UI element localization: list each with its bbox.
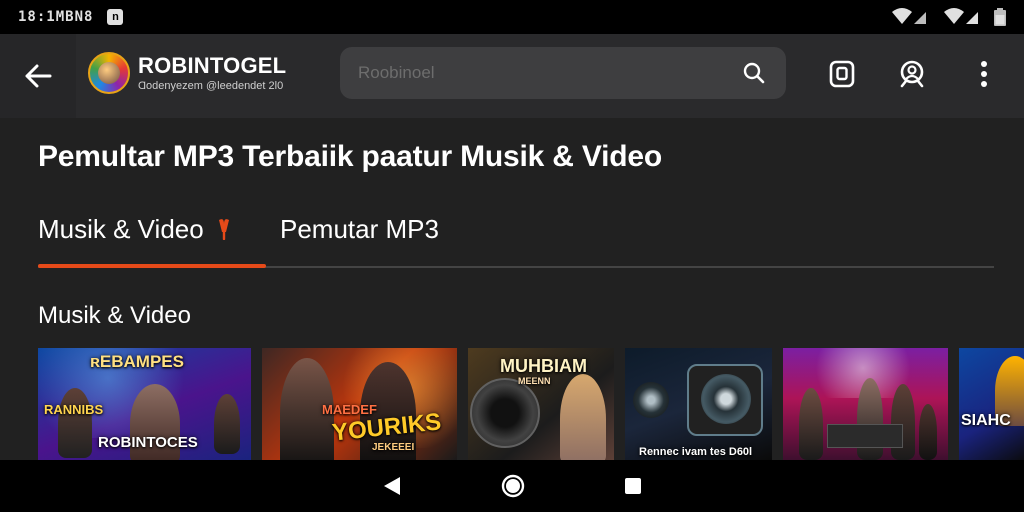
system-nav-bar [0, 460, 1024, 512]
tab-active-indicator [38, 264, 266, 268]
card-mid-label: MEENN [518, 376, 551, 386]
user-search-icon[interactable] [894, 56, 930, 92]
wifi-icon [890, 8, 930, 26]
app-bar: ROBINTOGEL Ɑodenyezem @leedendet 2l0 [0, 34, 1024, 118]
home-circle-icon[interactable] [501, 474, 525, 498]
section-title: Musik & Video [38, 302, 191, 329]
video-card[interactable] [783, 348, 948, 460]
tab-label: Pemutar MP3 [280, 214, 439, 244]
back-triangle-icon[interactable] [380, 474, 404, 498]
brand[interactable]: ROBINTOGEL Ɑodenyezem @leedendet 2l0 [88, 52, 286, 94]
brand-title: ROBINTOGEL [138, 53, 287, 78]
card-top-label: ʀEBAMPES [90, 352, 184, 371]
app-bar-left [0, 34, 76, 118]
page-title: Pemultar MP3 Terbaiik paatur Musik & Vid… [38, 140, 663, 173]
more-vert-icon[interactable] [966, 56, 1002, 92]
tab-label: Musik & Video [38, 214, 204, 244]
tab-pemutar-mp3[interactable]: Pemutar MP3 [280, 210, 439, 268]
card-bottom-label: ROBINTOCES [98, 434, 198, 451]
brand-logo [88, 52, 130, 94]
signal-icon [942, 8, 982, 26]
video-card[interactable]: SIAHC [959, 348, 1024, 460]
n-badge-icon: n [107, 9, 124, 25]
card-bottom-label: SIAHC [961, 412, 1011, 429]
recents-square-icon[interactable] [621, 474, 645, 498]
search-icon[interactable] [740, 59, 768, 87]
microphone-icon [214, 218, 234, 240]
video-card[interactable]: ʀEBAMPES RANNIBS ROBINTOCES [38, 348, 251, 460]
video-card-row: ʀEBAMPES RANNIBS ROBINTOCES MAEDEF YOURI… [38, 348, 1024, 460]
status-icons [890, 8, 1006, 26]
search-input[interactable] [358, 63, 740, 83]
card-top-label: MUHBIAM [500, 356, 587, 376]
video-card[interactable]: MUHBIAM MEENN [468, 348, 614, 460]
screenshot-icon[interactable] [824, 56, 860, 92]
battery-icon [994, 8, 1006, 26]
video-card[interactable]: MAEDEF YOURIKS JEKEEEI [262, 348, 457, 460]
tab-musik-video[interactable]: Musik & Video [38, 210, 266, 268]
card-mid-label: RANNIBS [44, 402, 104, 417]
brand-subtitle: Ɑodenyezem @leedendet 2l0 [138, 80, 284, 92]
back-arrow-icon[interactable] [18, 56, 58, 96]
status-time: 18:1MBN8 [18, 9, 94, 25]
tab-bar: Musik & Video Pemutar MP3 [38, 210, 994, 268]
card-bottom-label: Rennec ivam tes D60l [639, 446, 753, 458]
video-card[interactable]: Rennec ivam tes D60l [625, 348, 772, 460]
search-box[interactable] [340, 47, 786, 99]
card-bottom-label: JEKEEEI [372, 442, 415, 453]
status-bar: 18:1MBN8 n [0, 0, 1024, 34]
